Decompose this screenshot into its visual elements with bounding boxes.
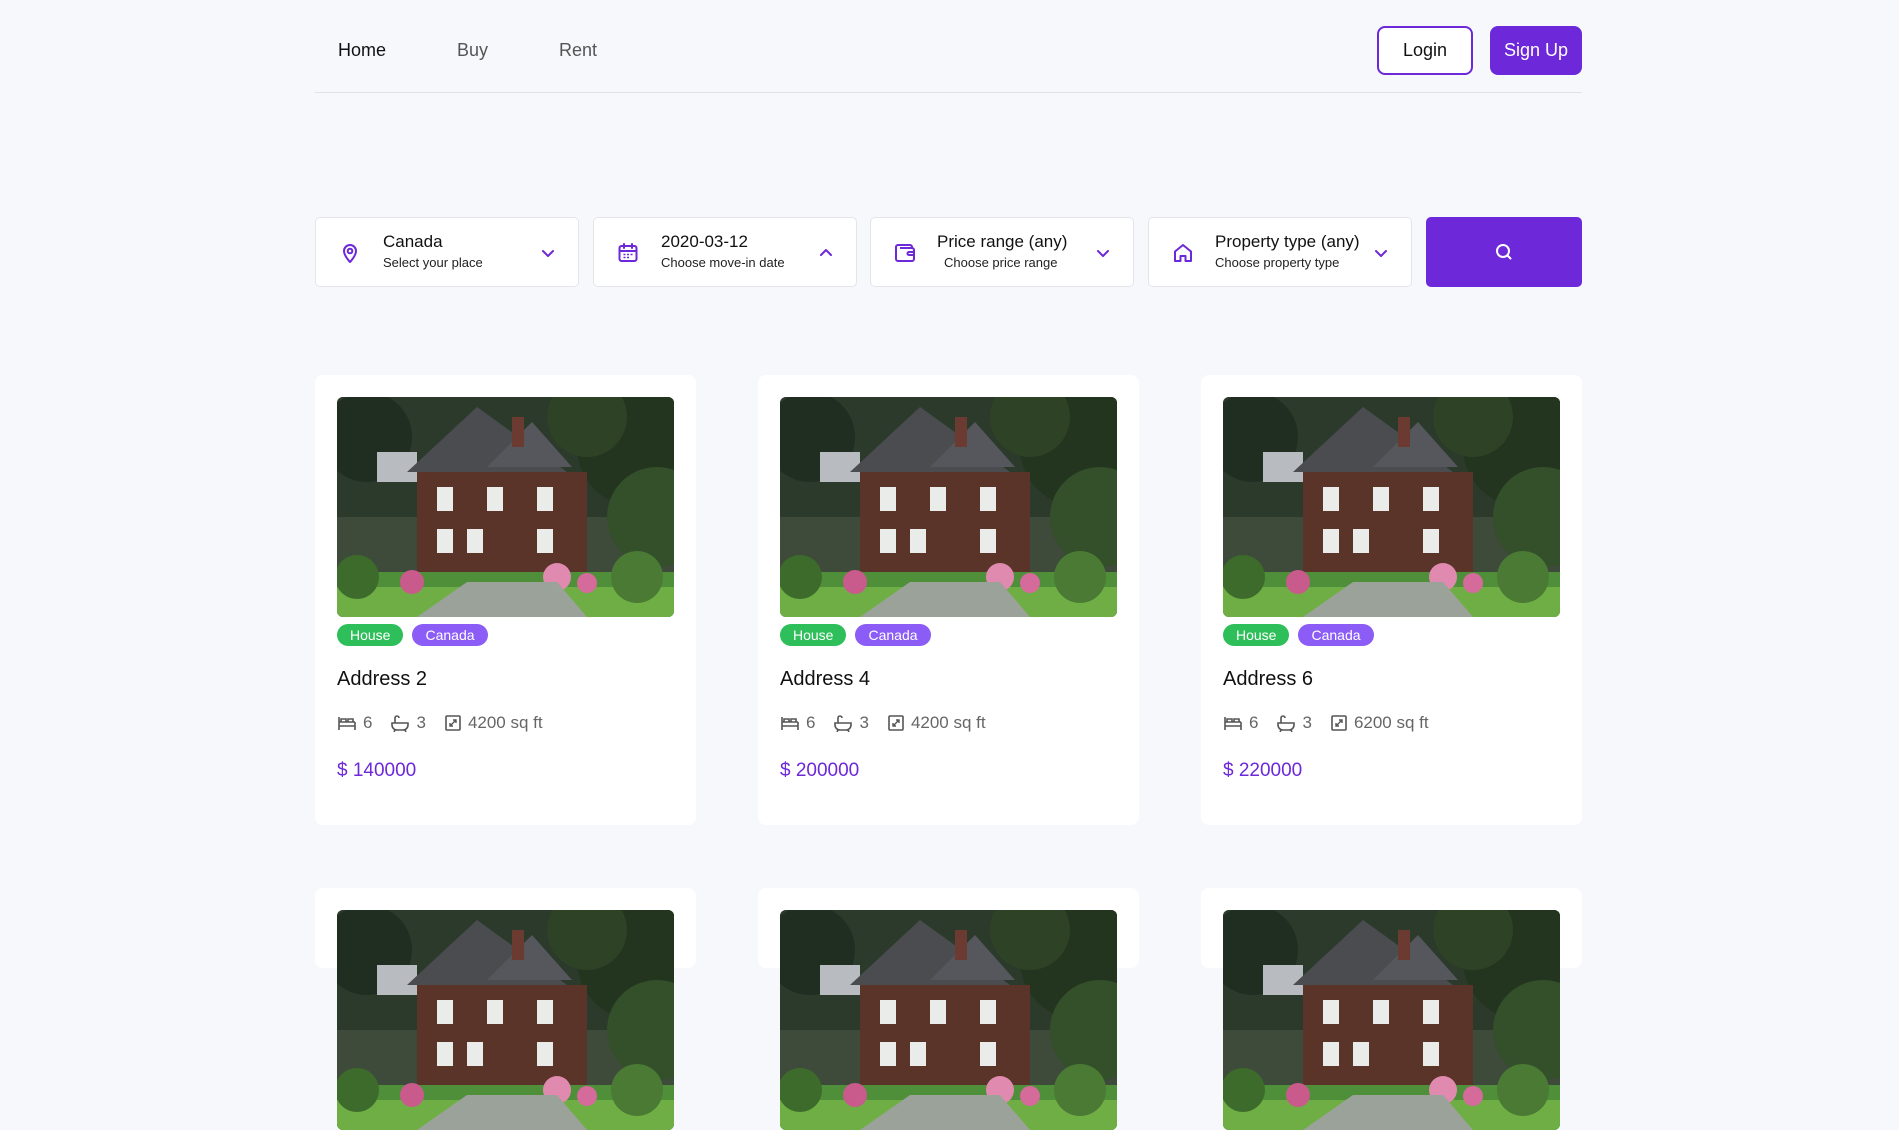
chevron-down-icon [542, 250, 554, 257]
bed-icon [338, 717, 356, 730]
beds-count: 6 [1249, 713, 1259, 732]
location-subtitle: Select your place [383, 255, 483, 270]
tag-row: House Canada [1223, 624, 1374, 646]
beds-stat: 6 [780, 713, 815, 733]
chevron-down-icon [1097, 250, 1109, 257]
beds-count: 6 [806, 713, 816, 732]
listing-card[interactable] [758, 888, 1139, 1130]
property-type-subtitle: Choose property type [1215, 255, 1340, 270]
beds-stat: 6 [337, 713, 372, 733]
property-type-tag: House [337, 624, 404, 646]
listing-card[interactable]: House Canada Address 4 6 3 4200 sq ft $ … [758, 375, 1139, 825]
house-photo [337, 397, 674, 617]
listing-address: Address 4 [780, 668, 871, 690]
wallet-icon [895, 244, 915, 262]
tag-row: House Canada [780, 624, 931, 646]
area-stat: 4200 sq ft [444, 713, 543, 733]
price-subtitle: Choose price range [944, 255, 1058, 270]
top-nav: Home Buy Rent Login Sign Up [315, 0, 1582, 93]
chevron-up-icon [820, 249, 832, 256]
bathtub-icon [391, 715, 410, 732]
move-in-date-filter[interactable]: 2020-03-12 Choose move-in date [593, 217, 857, 287]
price-title: Price range (any) [937, 232, 1068, 251]
bed-icon [781, 717, 799, 730]
listing-stats: 6 3 6200 sq ft [1223, 713, 1447, 733]
date-subtitle: Choose move-in date [661, 255, 785, 270]
bed-icon [1224, 717, 1242, 730]
listing-card[interactable] [1201, 888, 1582, 1130]
price-range-filter[interactable]: Price range (any) Choose price range [870, 217, 1134, 287]
search-icon [1496, 244, 1512, 260]
area-value: 4200 sq ft [910, 713, 986, 732]
property-type-title: Property type (any) [1215, 232, 1360, 251]
country-tag: Canada [855, 624, 931, 646]
area-stat: 4200 sq ft [887, 713, 986, 733]
listing-address: Address 2 [337, 668, 428, 690]
date-title: 2020-03-12 [661, 232, 748, 251]
property-type-tag: House [1223, 624, 1290, 646]
listing-price: $ 220000 [1223, 760, 1303, 781]
search-filters: Canada Select your place 2020-03-12 Choo… [315, 217, 1582, 287]
listing-address: Address 6 [1223, 668, 1314, 690]
beds-count: 6 [363, 713, 373, 732]
nav-link-buy[interactable]: Buy [457, 40, 488, 61]
listing-card[interactable]: House Canada Address 6 6 3 6200 sq ft $ … [1201, 375, 1582, 825]
listing-stats: 6 3 4200 sq ft [780, 713, 1004, 733]
house-photo [1223, 397, 1560, 617]
login-button[interactable]: Login [1377, 26, 1473, 75]
baths-stat: 3 [1276, 713, 1312, 733]
listing-price: $ 140000 [337, 760, 417, 781]
home-icon [1174, 244, 1192, 262]
chevron-down-icon [1375, 250, 1387, 257]
location-title: Canada [383, 232, 443, 251]
listing-price: $ 200000 [780, 760, 860, 781]
bathtub-icon [1277, 715, 1296, 732]
listing-card[interactable]: House Canada Address 2 6 3 4200 sq ft $ … [315, 375, 696, 825]
nav-link-rent[interactable]: Rent [559, 40, 597, 61]
beds-stat: 6 [1223, 713, 1258, 733]
tag-row: House Canada [337, 624, 488, 646]
location-filter[interactable]: Canada Select your place [315, 217, 579, 287]
listing-stats: 6 3 4200 sq ft [337, 713, 561, 733]
map-pin-icon [343, 244, 357, 263]
country-tag: Canada [412, 624, 488, 646]
baths-count: 3 [859, 713, 869, 732]
area-icon [888, 715, 904, 731]
area-icon [1331, 715, 1347, 731]
baths-stat: 3 [390, 713, 426, 733]
baths-count: 3 [416, 713, 426, 732]
house-photo [780, 397, 1117, 617]
baths-stat: 3 [833, 713, 869, 733]
area-stat: 6200 sq ft [1330, 713, 1429, 733]
house-photo [337, 910, 674, 1130]
signup-button[interactable]: Sign Up [1490, 26, 1582, 75]
property-type-tag: House [780, 624, 847, 646]
baths-count: 3 [1302, 713, 1312, 732]
listing-card[interactable] [315, 888, 696, 1130]
area-value: 6200 sq ft [1353, 713, 1429, 732]
area-icon [445, 715, 461, 731]
house-photo [780, 910, 1117, 1130]
nav-link-home[interactable]: Home [338, 40, 386, 61]
country-tag: Canada [1298, 624, 1374, 646]
calendar-icon [618, 243, 638, 262]
area-value: 4200 sq ft [467, 713, 543, 732]
house-photo [1223, 910, 1560, 1130]
bathtub-icon [834, 715, 853, 732]
property-type-filter[interactable]: Property type (any) Choose property type [1148, 217, 1412, 287]
search-button[interactable] [1426, 217, 1582, 287]
